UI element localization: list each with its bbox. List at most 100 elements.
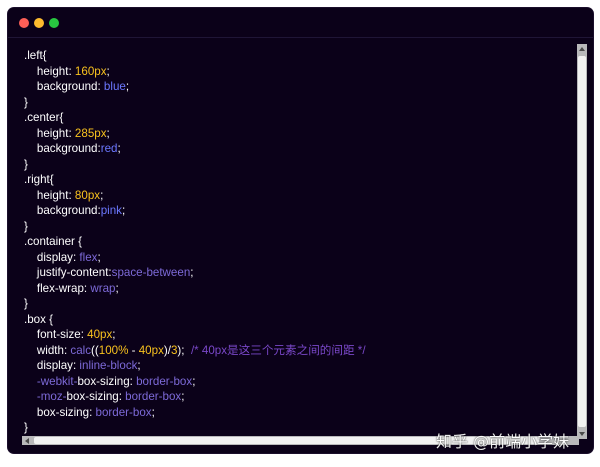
code-line: .center{ — [24, 110, 366, 126]
code-token: pink — [100, 204, 122, 217]
code-line: .box { — [24, 312, 366, 328]
code-line: } — [24, 219, 366, 235]
code-line: height: 80px; — [24, 188, 366, 204]
code-token: flex-wrap: — [24, 281, 91, 295]
code-token: background: — [24, 80, 104, 93]
code-token: box-sizing: — [24, 405, 96, 419]
watermark: 知乎 @前端小学妹 — [436, 432, 570, 451]
code-token: ; — [151, 405, 155, 419]
zoom-window-icon[interactable] — [49, 18, 59, 28]
code-token: ; — [112, 328, 116, 341]
title-bar — [8, 8, 593, 38]
code-line: flex-wrap: wrap; — [24, 281, 366, 297]
code-line: display: flex; — [24, 250, 366, 266]
code-token: ); — [177, 343, 191, 357]
code-line: -webkit-box-sizing: border-box; — [24, 374, 366, 390]
code-line: box-sizing: border-box; — [24, 405, 366, 421]
code-token: box-sizing: — [77, 374, 137, 388]
code-token: box-sizing: — [66, 390, 126, 403]
close-window-icon[interactable] — [19, 18, 29, 28]
code-token: 40px — [87, 328, 113, 341]
scroll-left-arrow-icon[interactable] — [25, 438, 29, 444]
code-token: 285px — [74, 126, 107, 140]
code-token: display: — [24, 359, 80, 372]
code-line: font-size: 40px; — [24, 327, 366, 343]
code-editor[interactable]: .left{ height: 160px; background: blue;}… — [24, 48, 366, 436]
code-token: } — [24, 421, 28, 434]
code-token: } — [24, 157, 28, 171]
code-line: height: 160px; — [24, 64, 366, 80]
code-token: ; — [190, 266, 194, 279]
code-token: background: — [24, 142, 101, 155]
code-token: wrap — [90, 281, 116, 295]
code-token: justify-content: — [24, 266, 112, 279]
code-token: ; — [117, 142, 121, 155]
code-token: ; — [106, 64, 110, 78]
code-token: font-size: — [24, 328, 88, 341]
code-token: .box { — [24, 312, 54, 326]
code-window: .left{ height: 160px; background: blue;}… — [8, 8, 593, 453]
code-token: 160px — [74, 64, 107, 78]
code-line: } — [24, 95, 366, 111]
code-token: ; — [100, 188, 104, 202]
code-line: .left{ — [24, 48, 366, 64]
code-token: ; — [137, 359, 141, 372]
code-token: ; — [125, 80, 130, 93]
code-token: display: — [24, 250, 80, 264]
code-token: ; — [106, 126, 110, 140]
code-token: border-box — [95, 405, 152, 419]
code-token: } — [24, 297, 28, 310]
code-token: 80px — [74, 188, 101, 202]
code-token: ; — [192, 374, 196, 388]
code-token: height: — [24, 126, 75, 140]
code-token: height: — [24, 64, 75, 78]
code-token: ; — [121, 204, 126, 217]
code-token: blue — [103, 80, 126, 93]
code-line: justify-content:space-between; — [24, 265, 366, 281]
vertical-scroll-thumb[interactable] — [578, 56, 586, 427]
code-token: border-box — [136, 374, 193, 388]
code-line: display: inline-block; — [24, 358, 366, 374]
code-token: 40px — [138, 343, 164, 357]
code-token: inline-block — [79, 359, 138, 372]
code-token: ; — [97, 250, 101, 264]
code-token: .container { — [24, 235, 83, 248]
minimize-window-icon[interactable] — [34, 18, 44, 28]
code-line: } — [24, 420, 366, 436]
code-line: background: blue; — [24, 79, 366, 95]
code-token: border-box — [125, 390, 182, 403]
code-line: .container { — [24, 234, 366, 250]
vertical-scrollbar[interactable] — [577, 44, 587, 439]
code-token: .left{ — [24, 49, 47, 62]
code-token: - — [128, 343, 139, 357]
scroll-up-arrow-icon[interactable] — [579, 47, 585, 51]
code-line: -moz-box-sizing: border-box; — [24, 389, 366, 405]
code-token: .right{ — [24, 173, 54, 186]
code-token: } — [24, 219, 28, 233]
scroll-down-arrow-icon[interactable] — [579, 432, 585, 436]
code-token: width: — [24, 343, 71, 357]
code-token: space-between — [111, 266, 191, 279]
code-token: )/ — [163, 343, 171, 357]
code-token: red — [100, 142, 118, 155]
code-line: background:red; — [24, 141, 366, 157]
code-line: .right{ — [24, 172, 366, 188]
code-line: } — [24, 157, 366, 173]
code-token: height: — [24, 188, 75, 202]
code-token: (( — [91, 343, 99, 357]
code-token: ; — [115, 281, 119, 295]
code-token: .center{ — [24, 111, 64, 124]
code-token: /* 40px是这三个元素之间的间距 */ — [190, 343, 366, 357]
code-token: background: — [24, 204, 101, 217]
code-token: } — [24, 95, 28, 109]
code-line: } — [24, 296, 366, 312]
code-token: 100% — [98, 343, 129, 357]
code-token: -webkit- — [24, 374, 78, 388]
code-token: calc — [70, 343, 92, 357]
code-token: -moz- — [24, 390, 67, 403]
code-token: ; — [181, 390, 185, 403]
code-line: height: 285px; — [24, 126, 366, 142]
code-line: width: calc((100% - 40px)/3); /* 40px是这三… — [24, 343, 366, 359]
code-line: background:pink; — [24, 203, 366, 219]
code-token: flex — [79, 250, 98, 264]
